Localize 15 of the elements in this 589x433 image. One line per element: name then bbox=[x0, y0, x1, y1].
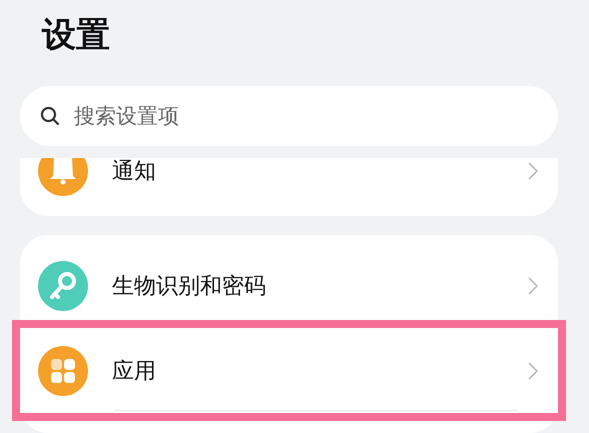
settings-label: 应用 bbox=[112, 358, 157, 386]
search-icon bbox=[40, 106, 60, 126]
chevron-icon bbox=[528, 362, 538, 380]
settings-row[interactable]: 生物识别和密码 bbox=[20, 243, 558, 328]
settings-row[interactable]: 通知 bbox=[20, 158, 558, 213]
key-icon bbox=[38, 260, 88, 310]
search-bar[interactable]: 搜索设置项 bbox=[20, 86, 558, 146]
settings-row[interactable]: 应用 bbox=[20, 328, 558, 413]
apps-icon bbox=[38, 346, 88, 396]
page-title: 设置 bbox=[42, 14, 111, 56]
chevron-icon bbox=[528, 276, 538, 294]
settings-label: 生物识别和密码 bbox=[112, 272, 267, 300]
chevron-icon bbox=[528, 162, 538, 180]
settings-label: 通知 bbox=[112, 158, 157, 186]
search-field[interactable]: 搜索设置项 bbox=[72, 103, 558, 129]
